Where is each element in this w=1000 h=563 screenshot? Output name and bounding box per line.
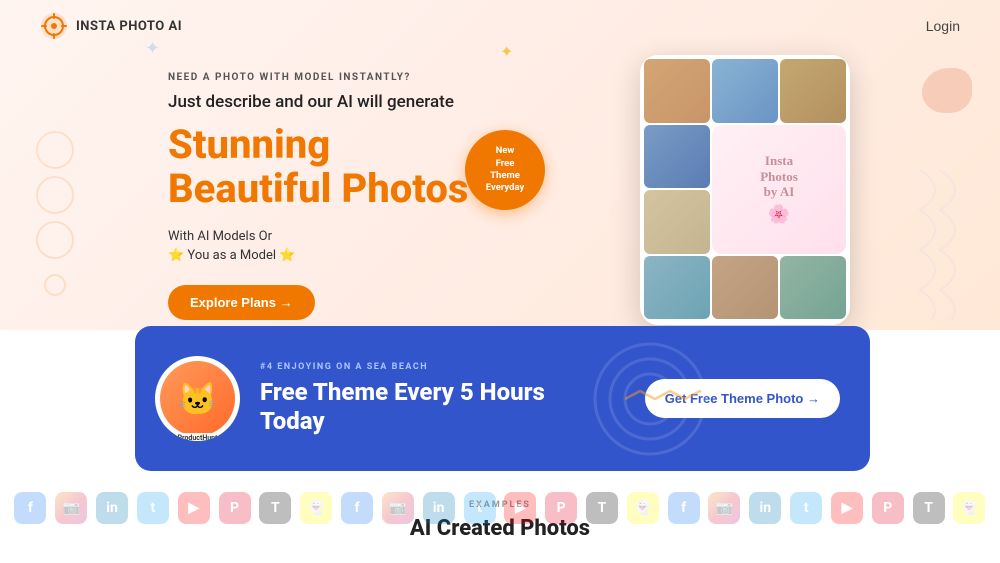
center-card: InstaPhotosby AI 🌸	[712, 125, 846, 254]
badge-everyday: Everyday	[486, 182, 525, 194]
promo-title: Free Theme Every 5 Hours Today	[260, 378, 625, 436]
promo-mascot: 🐱 ProductHunt	[155, 356, 240, 441]
promo-title-line1: Free Theme Every 5 Hours	[260, 378, 545, 406]
mascot-cat-icon: 🐱	[160, 361, 235, 436]
explore-plans-button[interactable]: Explore Plans →	[168, 285, 315, 320]
promo-product-hunt-label: ProductHunt	[174, 433, 222, 441]
photo-grid: InstaPhotosby AI 🌸	[620, 55, 930, 325]
logo-icon	[40, 12, 68, 40]
examples-label: Examples	[469, 500, 531, 510]
photo-cell-4	[644, 125, 710, 189]
badge-new: New	[496, 145, 515, 157]
hero-tagline: Need a photo with model instantly?	[168, 72, 508, 83]
badge-theme: Theme	[490, 170, 520, 182]
new-theme-badge: New Free Theme Everyday	[465, 130, 545, 210]
hero-subtitle: Just describe and our AI will generate	[168, 91, 508, 115]
login-button[interactable]: Login	[926, 18, 960, 34]
badge-free: Free	[496, 158, 515, 170]
hero-you-model: ⭐ You as a Model ⭐	[168, 248, 508, 263]
promo-tag: #4 Enjoying on a Sea Beach	[260, 362, 625, 372]
deco-circles-left	[30, 120, 80, 300]
hero-content: Need a photo with model instantly? Just …	[168, 72, 508, 320]
logo-text: INSTA PHOTO AI	[76, 19, 182, 34]
hero-title-line1: Stunning	[168, 121, 330, 168]
hero-you-model-text: You as a Model	[187, 248, 276, 263]
center-card-text: InstaPhotosby AI	[760, 153, 798, 200]
photo-cell-2	[712, 59, 778, 123]
bottom-section: Examples AI Created Photos	[0, 490, 1000, 563]
promo-text-area: #4 Enjoying on a Sea Beach Free Theme Ev…	[260, 362, 625, 436]
photo-cell-5	[644, 190, 710, 254]
hero-title: Stunning Beautiful Photos	[168, 123, 508, 211]
promo-banner: 🐱 ProductHunt #4 Enjoying on a Sea Beach…	[135, 326, 870, 471]
photo-cell-1	[644, 59, 710, 123]
promo-arrows-deco	[625, 387, 705, 411]
photo-cell-8	[780, 256, 846, 320]
hero-model-line: With AI Models Or	[168, 229, 508, 244]
ai-photos-title: AI Created Photos	[410, 516, 590, 541]
header: INSTA PHOTO AI Login	[0, 0, 1000, 52]
photo-cell-7	[712, 256, 778, 320]
photo-cell-6	[644, 256, 710, 320]
promo-title-line2: Today	[260, 407, 325, 435]
hero-title-line2: Beautiful Photos	[168, 165, 468, 212]
phone-frame: InstaPhotosby AI 🌸	[640, 55, 850, 325]
star-right-icon: ⭐	[279, 248, 295, 263]
logo: INSTA PHOTO AI	[40, 12, 182, 40]
photo-cell-3	[780, 59, 846, 123]
star-left-icon: ⭐	[168, 248, 184, 263]
